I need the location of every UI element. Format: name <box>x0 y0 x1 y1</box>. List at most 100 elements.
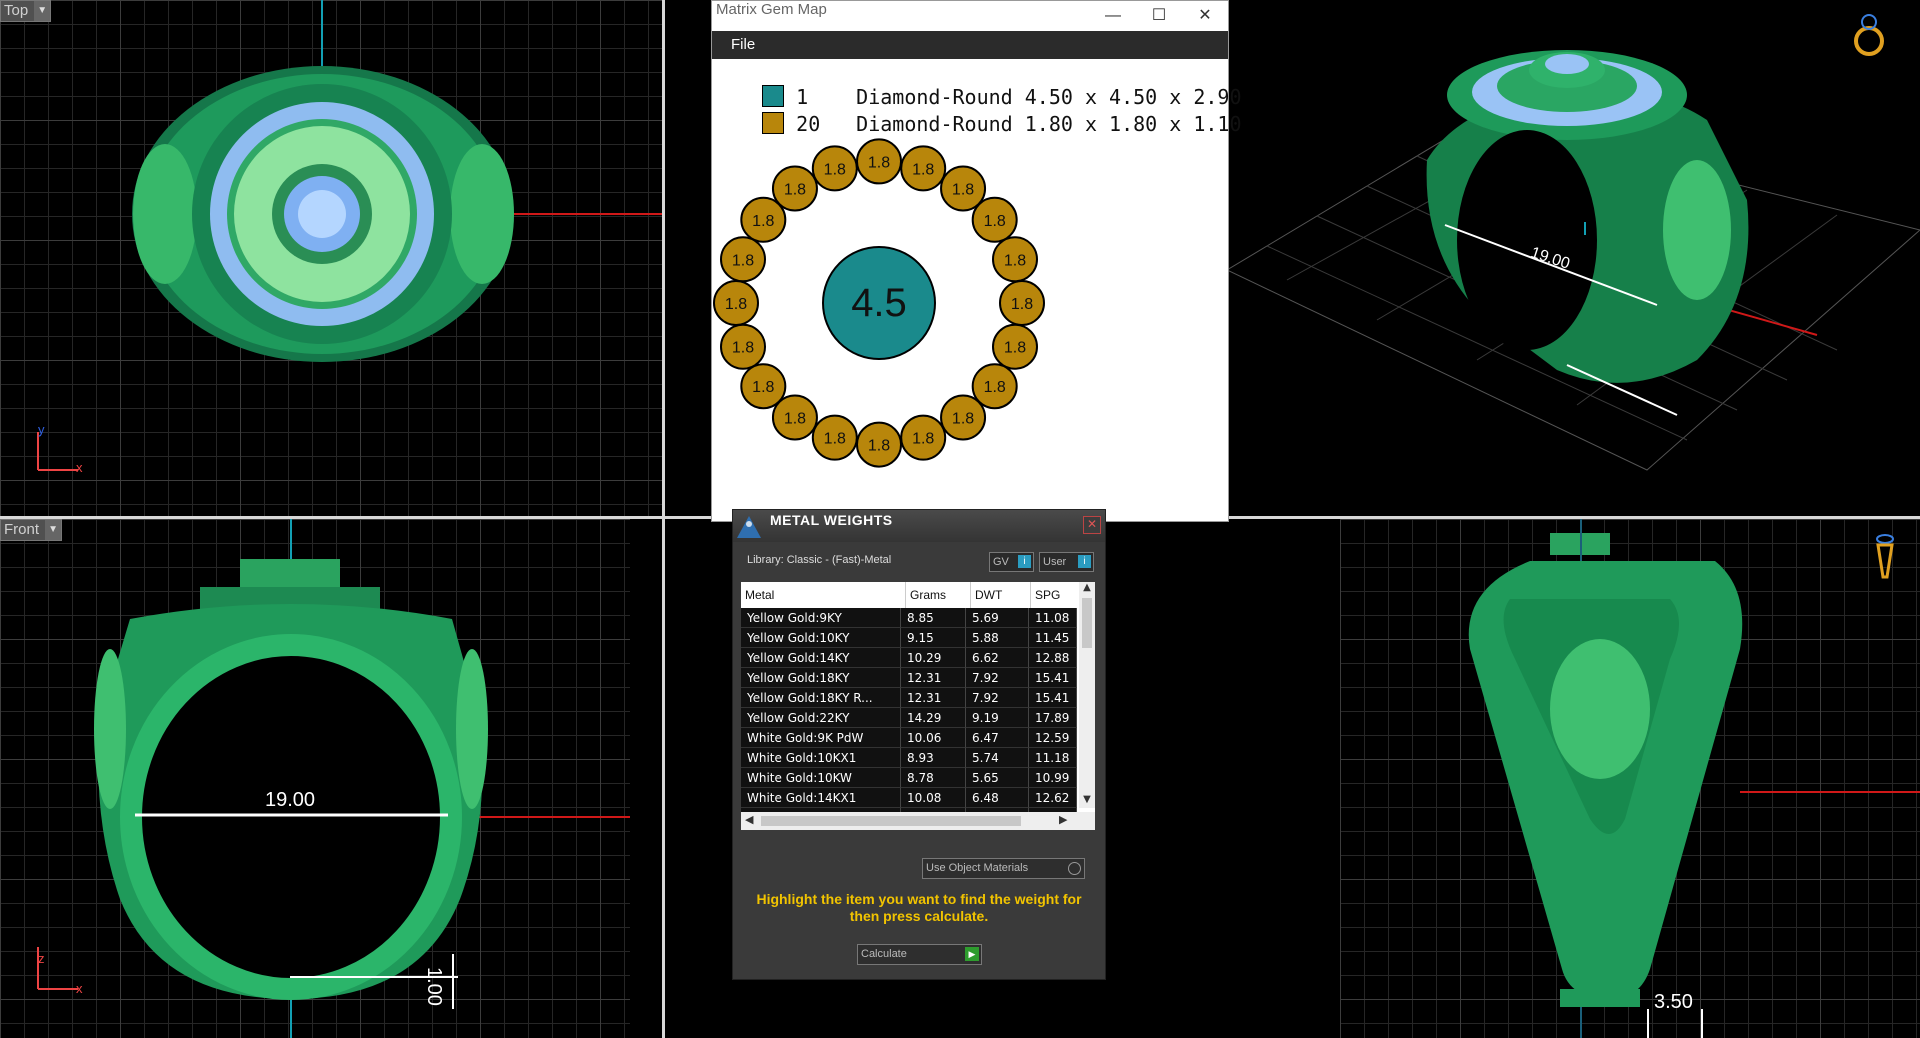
metal-weights-title: METAL WEIGHTS <box>770 512 893 528</box>
side-gem-label: 1.8 <box>912 161 934 178</box>
viewport-divider-vertical <box>662 0 665 1038</box>
vertical-scrollbar[interactable]: ▲ ▼ <box>1079 582 1095 808</box>
table-cell: 5.65 <box>966 768 1029 788</box>
viewport-side[interactable]: 3.50 <box>1340 519 1920 1038</box>
table-cell: 15.41 <box>1029 668 1077 688</box>
calculate-label: Calculate <box>861 948 907 960</box>
table-row[interactable]: Yellow Gold:18KY 12.31 7.92 15.41 <box>741 668 1095 688</box>
table-cell: 15.41 <box>1029 688 1077 708</box>
close-button[interactable]: ✕ <box>1182 1 1228 31</box>
table-cell: White Gold:10KW <box>741 768 901 788</box>
table-cell: Yellow Gold:18KY R... <box>741 688 901 708</box>
side-gem-label: 1.8 <box>732 252 754 269</box>
gem-map-titlebar[interactable]: Matrix Gem Map — ☐ ✕ <box>712 1 1228 31</box>
viewport-perspective[interactable]: 19.00 <box>1227 0 1920 516</box>
table-cell: 11.08 <box>1029 608 1077 628</box>
perspective-view-ring <box>1227 50 1920 471</box>
scroll-up-icon[interactable]: ▲ <box>1079 582 1095 596</box>
side-gem-label: 1.8 <box>868 154 890 171</box>
maximize-button[interactable]: ☐ <box>1136 1 1182 31</box>
table-cell: 12.31 <box>901 688 966 708</box>
toggle-icon: i <box>1018 555 1031 568</box>
metal-weights-titlebar[interactable]: METAL WEIGHTS ✕ <box>733 510 1105 542</box>
table-cell: Yellow Gold:18KY <box>741 668 901 688</box>
column-header[interactable]: SPG <box>1031 582 1080 608</box>
scroll-down-icon[interactable]: ▼ <box>1079 794 1095 808</box>
radio-icon <box>1068 862 1081 875</box>
close-icon[interactable]: ✕ <box>1083 516 1101 534</box>
table-row[interactable]: Yellow Gold:14KY 10.29 6.62 12.88 <box>741 648 1095 668</box>
table-row[interactable]: White Gold:14KX1 10.08 6.48 12.62 <box>741 788 1095 808</box>
gem-map-menubar: File <box>712 31 1228 59</box>
scroll-thumb[interactable] <box>1082 598 1092 648</box>
table-cell: White Gold:9K PdW <box>741 728 901 748</box>
toggle-icon: i <box>1078 555 1091 568</box>
side-view-ring <box>1468 519 1920 1038</box>
use-object-materials-label: Use Object Materials <box>926 862 1029 874</box>
table-cell: 12.31 <box>901 668 966 688</box>
metal-weights-panel[interactable]: METAL WEIGHTS ✕ Library: Classic - (Fast… <box>732 509 1106 980</box>
viewport-label-text: Top <box>4 2 29 19</box>
axis-x-label: x <box>76 460 83 475</box>
library-label: Library: Classic - (Fast)-Metal <box>747 554 892 566</box>
use-object-materials-toggle[interactable]: Use Object Materials <box>922 858 1085 879</box>
table-cell: White Gold:14KX1 <box>741 788 901 808</box>
side-dimension-label: 3.50 <box>1654 991 1693 1013</box>
side-gem-label: 1.8 <box>984 379 1006 396</box>
calculate-button[interactable]: Calculate ▶ <box>857 944 982 965</box>
scroll-left-icon[interactable]: ◀ <box>745 813 753 826</box>
table-row[interactable]: White Gold:9K PdW 10.06 6.47 12.59 <box>741 728 1095 748</box>
column-header[interactable]: DWT <box>971 582 1031 608</box>
table-cell: 9.19 <box>966 708 1029 728</box>
table-cell: 8.93 <box>901 748 966 768</box>
table-row[interactable]: Yellow Gold:10KY 9.15 5.88 11.45 <box>741 628 1095 648</box>
gv-toggle[interactable]: GV i <box>989 552 1034 572</box>
metal-table[interactable]: Metal Grams DWT SPG Yellow Gold:9KY 8.85 5… <box>741 582 1095 830</box>
side-gem-label: 1.8 <box>1004 340 1026 357</box>
gv-label: GV <box>993 556 1009 568</box>
scroll-thumb[interactable] <box>761 816 1021 826</box>
table-cell: 7.92 <box>966 668 1029 688</box>
side-gem-label: 1.8 <box>784 181 806 198</box>
viewport-top[interactable]: Top ▼ y x <box>0 0 664 516</box>
top-view-ring <box>37 0 664 471</box>
gem-row[interactable]: 1 Diamond-Round 4.50 x 4.50 x 2.90 <box>714 61 1241 109</box>
table-row[interactable]: Yellow Gold:22KY 14.29 9.19 17.89 <box>741 708 1095 728</box>
table-cell: 10.08 <box>901 788 966 808</box>
minimize-button[interactable]: — <box>1090 1 1136 31</box>
table-cell: 7.92 <box>966 688 1029 708</box>
gem-map-window[interactable]: Matrix Gem Map — ☐ ✕ File 1 Diamond-Round… <box>711 0 1241 522</box>
column-header[interactable]: Metal <box>741 582 906 608</box>
column-header[interactable]: Grams <box>906 582 971 608</box>
table-row[interactable]: Yellow Gold:9KY 8.85 5.69 11.08 <box>741 608 1095 628</box>
scroll-right-icon[interactable]: ▶ <box>1059 813 1067 826</box>
menu-file[interactable]: File <box>731 36 755 53</box>
front-dimension-label: 19.00 <box>265 789 316 811</box>
side-gem-label: 1.8 <box>725 296 747 313</box>
viewport-label-top[interactable]: Top ▼ <box>0 0 52 22</box>
scale-icon <box>735 514 763 540</box>
chevron-down-icon[interactable]: ▼ <box>45 520 62 540</box>
side-gem-label: 1.8 <box>984 213 1006 230</box>
viewport-front[interactable]: Front ▼ 19.00 1.00 z x <box>0 519 630 1038</box>
front-thickness-label: 1.00 <box>423 967 445 1006</box>
play-icon: ▶ <box>965 947 979 961</box>
table-row[interactable]: White Gold:10KX1 8.93 5.74 11.18 <box>741 748 1095 768</box>
table-cell: 6.62 <box>966 648 1029 668</box>
table-cell: 5.88 <box>966 628 1029 648</box>
viewport-label-front[interactable]: Front ▼ <box>0 519 63 541</box>
table-cell: 6.48 <box>966 788 1029 808</box>
side-gem-label: 1.8 <box>752 379 774 396</box>
table-cell: 10.99 <box>1029 768 1077 788</box>
table-cell: 12.62 <box>1029 788 1077 808</box>
pendant-icon <box>1875 533 1895 583</box>
user-toggle[interactable]: User i <box>1039 552 1094 572</box>
table-row[interactable]: Yellow Gold:18KY R... 12.31 7.92 15.41 <box>741 688 1095 708</box>
instruction-text: Highlight the item you want to find the … <box>756 891 1082 924</box>
side-gem-label: 1.8 <box>784 411 806 428</box>
horizontal-scrollbar[interactable]: ◀ ▶ <box>741 812 1095 830</box>
side-gem-label: 1.8 <box>824 431 846 448</box>
chevron-down-icon[interactable]: ▼ <box>34 1 51 21</box>
table-cell: 6.47 <box>966 728 1029 748</box>
table-row[interactable]: White Gold:10KW 8.78 5.65 10.99 <box>741 768 1095 788</box>
